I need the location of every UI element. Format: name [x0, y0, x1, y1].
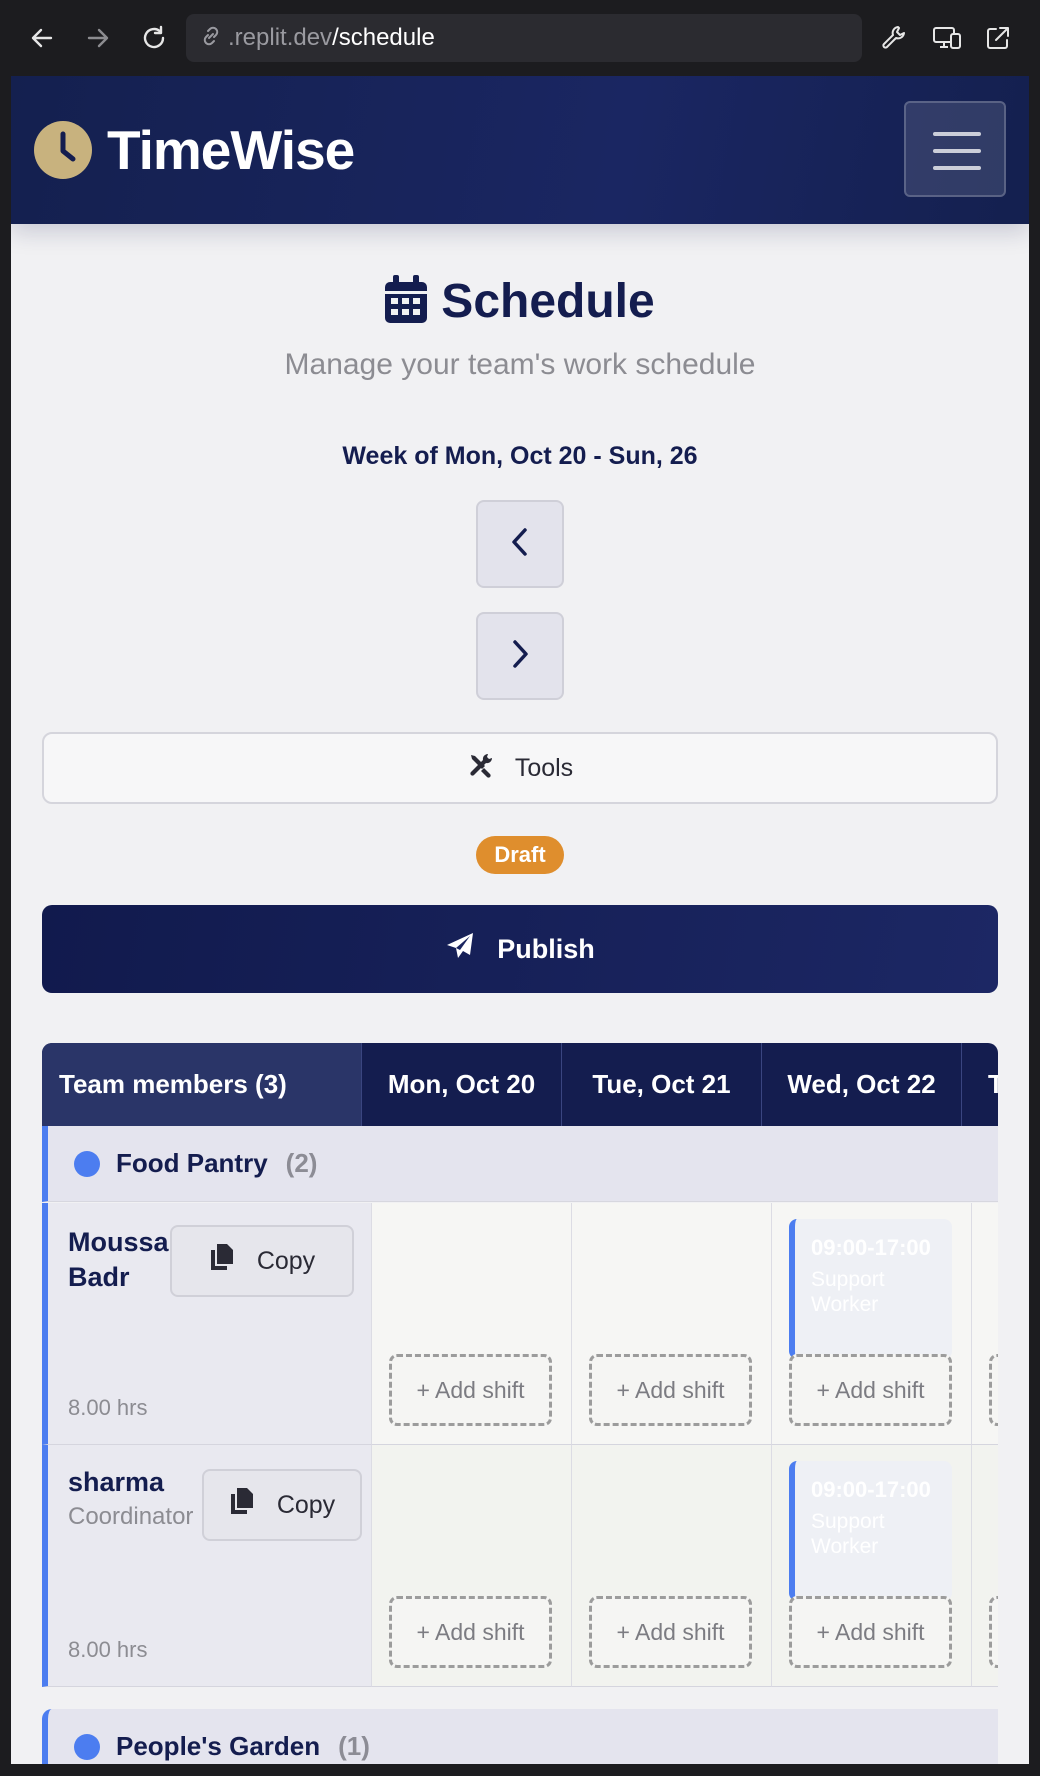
day-cell	[972, 1445, 998, 1687]
day-cell: + Add shift	[572, 1445, 772, 1687]
url-bar[interactable]: .replit.dev/schedule	[186, 14, 862, 62]
paper-plane-icon	[445, 931, 475, 968]
copy-label: Copy	[256, 1246, 316, 1275]
group-name: Food Pantry	[116, 1148, 268, 1178]
member-hours: 8.00 hrs	[68, 1395, 148, 1420]
status-badge: Draft	[476, 836, 564, 874]
next-week-button[interactable]	[476, 612, 564, 700]
copy-label: Copy	[276, 1490, 336, 1519]
schedule-table: Team members (3) Mon, Oct 20 Tue, Oct 21…	[42, 1043, 998, 1764]
wrench-icon[interactable]	[874, 18, 914, 58]
table-header: Team members (3) Mon, Oct 20 Tue, Oct 21…	[42, 1043, 998, 1126]
add-shift-button[interactable]	[989, 1354, 998, 1426]
add-shift-button[interactable]: + Add shift	[789, 1354, 952, 1426]
brand-name[interactable]: TimeWise	[107, 118, 355, 182]
shift-time: 09:00-17:00	[811, 1235, 931, 1260]
day-header: Mon, Oct 20	[362, 1043, 562, 1126]
member-cell: sharma Coordinator 8.00 hrs Copy	[42, 1445, 372, 1687]
copy-icon	[209, 1243, 235, 1279]
tools-button[interactable]: Tools	[42, 732, 998, 804]
add-shift-button[interactable]: + Add shift	[389, 1596, 552, 1668]
shift-time: 09:00-17:00	[811, 1477, 931, 1502]
chevron-right-icon	[508, 638, 532, 675]
group-color-dot	[74, 1733, 100, 1760]
devices-icon[interactable]	[927, 18, 967, 58]
day-header: Tue, Oct 21	[562, 1043, 762, 1126]
add-shift-button[interactable]: + Add shift	[589, 1596, 752, 1668]
calendar-icon	[385, 275, 428, 328]
day-cell: 09:00-17:00 Support Worker + Add shift	[772, 1445, 972, 1687]
week-range-label: Week of Mon, Oct 20 - Sun, 26	[342, 442, 698, 470]
group-header-food-pantry[interactable]: Food Pantry (2)	[42, 1126, 998, 1202]
app-header: TimeWise	[11, 76, 1029, 224]
copy-button[interactable]: Copy	[170, 1225, 354, 1297]
day-cell: + Add shift	[572, 1203, 772, 1445]
day-cell: + Add shift	[372, 1445, 572, 1687]
group-count: (2)	[285, 1148, 318, 1178]
member-name: sharma	[68, 1467, 165, 1497]
member-role: Coordinator	[68, 1503, 194, 1530]
copy-button[interactable]: Copy	[202, 1469, 362, 1541]
url-text: .replit.dev/schedule	[228, 24, 435, 51]
member-cell: Moussa Badr 8.00 hrs Copy	[42, 1203, 372, 1445]
add-shift-button[interactable]: + Add shift	[789, 1596, 952, 1668]
add-shift-button[interactable]: + Add shift	[589, 1354, 752, 1426]
shift-role: Support Worker	[811, 1510, 885, 1558]
add-shift-button[interactable]: + Add shift	[389, 1354, 552, 1426]
browser-toolbar: .replit.dev/schedule	[0, 0, 1040, 76]
page-title: Schedule	[11, 274, 1029, 329]
group-color-dot	[74, 1150, 100, 1177]
member-hours: 8.00 hrs	[68, 1637, 148, 1662]
shift-card[interactable]: 09:00-17:00 Support Worker	[789, 1219, 952, 1359]
day-header: Wed, Oct 22	[762, 1043, 962, 1126]
group-count: (1)	[338, 1731, 370, 1761]
shift-card[interactable]: 09:00-17:00 Support Worker	[789, 1461, 952, 1601]
group-header-peoples-garden[interactable]: People's Garden (1)	[42, 1709, 998, 1764]
clock-icon	[34, 121, 92, 179]
page-subtitle: Manage your team's work schedule	[284, 348, 756, 381]
table-row: Moussa Badr 8.00 hrs Copy + Add shift + …	[42, 1203, 998, 1445]
reload-icon[interactable]	[134, 18, 174, 58]
members-column-header: Team members (3)	[42, 1043, 362, 1126]
tools-label: Tools	[514, 753, 574, 782]
link-icon	[200, 25, 222, 52]
day-cell: 09:00-17:00 Support Worker + Add shift	[772, 1203, 972, 1445]
day-header: T	[962, 1043, 998, 1126]
add-shift-button[interactable]	[989, 1596, 998, 1668]
copy-icon	[229, 1487, 255, 1523]
publish-button[interactable]: Publish	[42, 905, 998, 993]
tools-icon	[467, 751, 495, 786]
back-icon[interactable]	[22, 18, 62, 58]
page-viewport: TimeWise Schedule Manage your team's wor…	[11, 76, 1029, 1764]
chevron-left-icon	[508, 526, 532, 563]
group-name: People's Garden	[116, 1731, 321, 1761]
external-link-icon[interactable]	[978, 18, 1018, 58]
forward-icon[interactable]	[78, 18, 118, 58]
publish-label: Publish	[497, 933, 595, 964]
day-cell: + Add shift	[372, 1203, 572, 1445]
prev-week-button[interactable]	[476, 500, 564, 588]
table-row: sharma Coordinator 8.00 hrs Copy + Add s…	[42, 1445, 998, 1687]
page-heading: Schedule	[441, 275, 655, 328]
shift-role: Support Worker	[811, 1268, 885, 1316]
day-cell	[972, 1203, 998, 1445]
menu-button[interactable]	[904, 101, 1006, 197]
